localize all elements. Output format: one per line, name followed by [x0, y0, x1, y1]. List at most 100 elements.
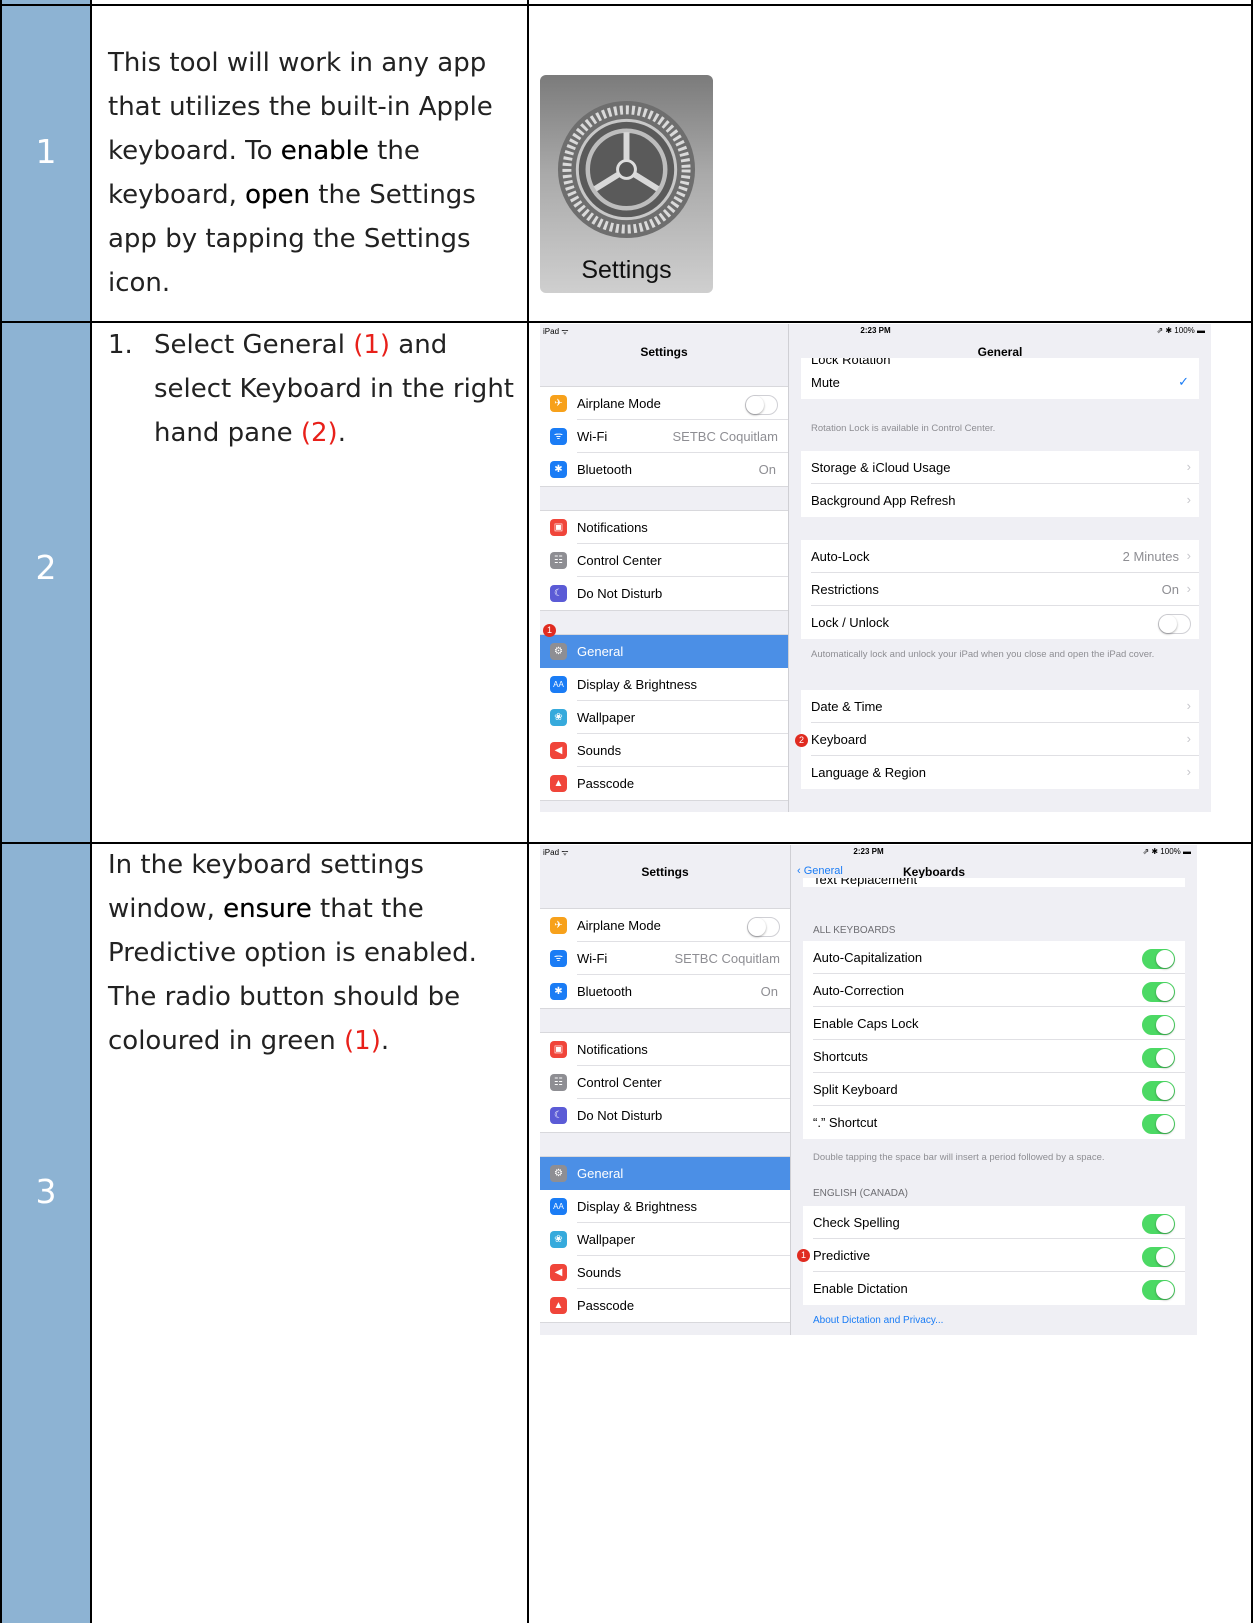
callout-badge-2: 2 [795, 734, 808, 747]
callout-badge-1: 1 [543, 624, 556, 637]
sidebar-item-bluetooth[interactable]: ✱ Bluetooth On [540, 975, 790, 1008]
pane-title: Keyboards [902, 865, 966, 879]
chevron-right-icon: › [1186, 548, 1191, 563]
settings-sidebar: iPad ᯤ Settings ✈ Airplane Mode ᯤ Wi-Fi … [540, 845, 791, 1335]
step-1-instructions: This tool will work in any app that util… [108, 48, 493, 298]
airplane-mode-toggle[interactable] [747, 917, 780, 937]
all-keyboards-group: Auto-Capitalization Auto-Correction Enab… [803, 941, 1185, 1139]
storage-row[interactable]: Storage & iCloud Usage › [801, 451, 1199, 484]
airplane-icon: ✈ [550, 395, 567, 412]
step-number-3: 3 [35, 1172, 57, 1211]
sidebar-item-wallpaper[interactable]: ❀ Wallpaper [540, 701, 788, 734]
toggle-row[interactable]: Predictive [803, 1239, 1185, 1272]
sidebar-item-wifi[interactable]: ᯤ Wi-Fi SETBC Coquitlam [540, 942, 790, 975]
sidebar-item-do-not-disturb[interactable]: ☾ Do Not Disturb [540, 577, 788, 610]
shortcuts-toggle[interactable] [1142, 1048, 1175, 1068]
notifications-icon: ▣ [550, 1041, 567, 1058]
keyboard-group: Date & Time › Keyboard › Language & Region… [801, 690, 1199, 789]
sidebar-item-control-center[interactable]: ☷ Control Center [540, 1066, 790, 1099]
lock-unlock-toggle[interactable] [1158, 614, 1191, 634]
settings-icon-label: Settings [581, 256, 672, 284]
moon-icon: ☾ [550, 585, 567, 602]
sidebar-item-passcode[interactable]: ▲ Passcode [540, 767, 788, 800]
airplane-icon: ✈ [550, 917, 567, 934]
chevron-right-icon: › [1186, 492, 1191, 507]
sidebar-item-sounds[interactable]: ◀ Sounds [540, 1256, 790, 1289]
sidebar-item-display-brightness[interactable]: AA Display & Brightness [540, 668, 788, 701]
step-number-1: 1 [35, 132, 57, 171]
all-keyboards-header: ALL KEYBOARDS [813, 925, 896, 936]
table-border-top [0, 4, 1253, 6]
english-group: Check Spelling Predictive Enable Dictati… [803, 1206, 1185, 1305]
dictation-privacy-link[interactable]: About Dictation and Privacy... [813, 1315, 943, 1326]
sidebar-item-do-not-disturb[interactable]: ☾ Do Not Disturb [540, 1099, 790, 1132]
mute-row[interactable]: Mute ✓ [801, 366, 1199, 399]
lock-icon: ▲ [550, 775, 567, 792]
auto-lock-row[interactable]: Auto-Lock 2 Minutes › [801, 540, 1199, 573]
sidebar-item-airplane-mode[interactable]: ✈ Airplane Mode [540, 909, 790, 942]
toggle-row[interactable]: Check Spelling [803, 1206, 1185, 1239]
sounds-icon: ◀ [550, 1264, 567, 1281]
period-shortcut-toggle[interactable] [1142, 1114, 1175, 1134]
sidebar-item-wallpaper[interactable]: ❀ Wallpaper [540, 1223, 790, 1256]
chevron-right-icon: › [1186, 459, 1191, 474]
toggle-row[interactable]: Auto-Correction [803, 974, 1185, 1007]
general-settings-screenshot: Settings ✈ Airplane Mode ᯤ Wi-Fi SETBC C… [540, 324, 1211, 812]
auto-capitalization-toggle[interactable] [1142, 949, 1175, 969]
sidebar-item-display-brightness[interactable]: AA Display & Brightness [540, 1190, 790, 1223]
mute-group: Mute ✓ [801, 366, 1199, 399]
caps-lock-toggle[interactable] [1142, 1015, 1175, 1035]
sidebar-item-notifications[interactable]: ▣ Notifications [540, 1033, 790, 1066]
lock-icon: ▲ [550, 1297, 567, 1314]
predictive-toggle[interactable] [1142, 1247, 1175, 1267]
sidebar-item-passcode[interactable]: ▲ Passcode [540, 1289, 790, 1322]
toggle-row[interactable]: Enable Caps Lock [803, 1007, 1185, 1040]
sidebar-item-general[interactable]: ⚙ General [540, 1157, 790, 1190]
auto-correction-toggle[interactable] [1142, 982, 1175, 1002]
lock-group: Auto-Lock 2 Minutes › Restrictions On › Lock… [801, 540, 1199, 639]
airplane-mode-toggle[interactable] [745, 395, 778, 415]
sidebar-group-1: ✈ Airplane Mode ᯤ Wi-Fi SETBC Coquitlam … [540, 386, 788, 487]
wifi-icon: ᯤ [550, 950, 567, 967]
sidebar-item-control-center[interactable]: ☷ Control Center [540, 544, 788, 577]
sidebar-group-3: ⚙ General AA Display & Brightness ❀ Wall… [540, 1156, 790, 1323]
pane-title: General [977, 345, 1023, 359]
toggle-row[interactable]: Auto-Capitalization [803, 941, 1185, 974]
toggle-row[interactable]: Split Keyboard [803, 1073, 1185, 1106]
language-region-row[interactable]: Language & Region › [801, 756, 1199, 789]
restrictions-row[interactable]: Restrictions On › [801, 573, 1199, 606]
step-number-2: 2 [35, 548, 57, 587]
period-note: Double tapping the space bar will insert… [813, 1152, 1105, 1163]
toggle-row[interactable]: “.” Shortcut [803, 1106, 1185, 1139]
sidebar-item-sounds[interactable]: ◀ Sounds [540, 734, 788, 767]
date-time-row[interactable]: Date & Time › [801, 690, 1199, 723]
cut-off-row: Lock Rotation [801, 358, 1199, 366]
sounds-icon: ◀ [550, 742, 567, 759]
english-canada-header: ENGLISH (CANADA) [813, 1188, 909, 1199]
display-icon: AA [550, 1198, 567, 1215]
gear-icon [557, 100, 696, 239]
split-keyboard-toggle[interactable] [1142, 1081, 1175, 1101]
sidebar-item-bluetooth[interactable]: ✱ Bluetooth On [540, 453, 788, 486]
toggle-row[interactable]: Shortcuts [803, 1040, 1185, 1073]
background-refresh-row[interactable]: Background App Refresh › [801, 484, 1199, 517]
gear-icon: ⚙ [550, 1165, 567, 1182]
keyboards-pane: 2:23 PM ⇗ ✱ 100% ▬ ‹ General Keyboards T… [791, 845, 1197, 1335]
chevron-right-icon: › [1186, 698, 1191, 713]
sidebar-title: Settings [640, 345, 688, 359]
sidebar-group-2: ▣ Notifications ☷ Control Center ☾ Do No… [540, 1032, 790, 1133]
sidebar-item-notifications[interactable]: ▣ Notifications [540, 511, 788, 544]
checkmark-icon: ✓ [1178, 374, 1189, 389]
step-3-instructions: In the keyboard settings window, ensure … [108, 850, 477, 1056]
lock-unlock-row[interactable]: Lock / Unlock [801, 606, 1199, 639]
check-spelling-toggle[interactable] [1142, 1214, 1175, 1234]
sidebar-group-1: ✈ Airplane Mode ᯤ Wi-Fi SETBC Coquitlam … [540, 908, 790, 1009]
dictation-toggle[interactable] [1142, 1280, 1175, 1300]
sidebar-item-wifi[interactable]: ᯤ Wi-Fi SETBC Coquitlam [540, 420, 788, 453]
sidebar-item-airplane-mode[interactable]: ✈ Airplane Mode [540, 387, 788, 420]
moon-icon: ☾ [550, 1107, 567, 1124]
settings-sidebar: Settings ✈ Airplane Mode ᯤ Wi-Fi SETBC C… [540, 324, 789, 812]
keyboard-row[interactable]: Keyboard › [801, 723, 1199, 756]
toggle-row[interactable]: Enable Dictation [803, 1272, 1185, 1305]
sidebar-item-general[interactable]: ⚙ General [540, 635, 788, 668]
